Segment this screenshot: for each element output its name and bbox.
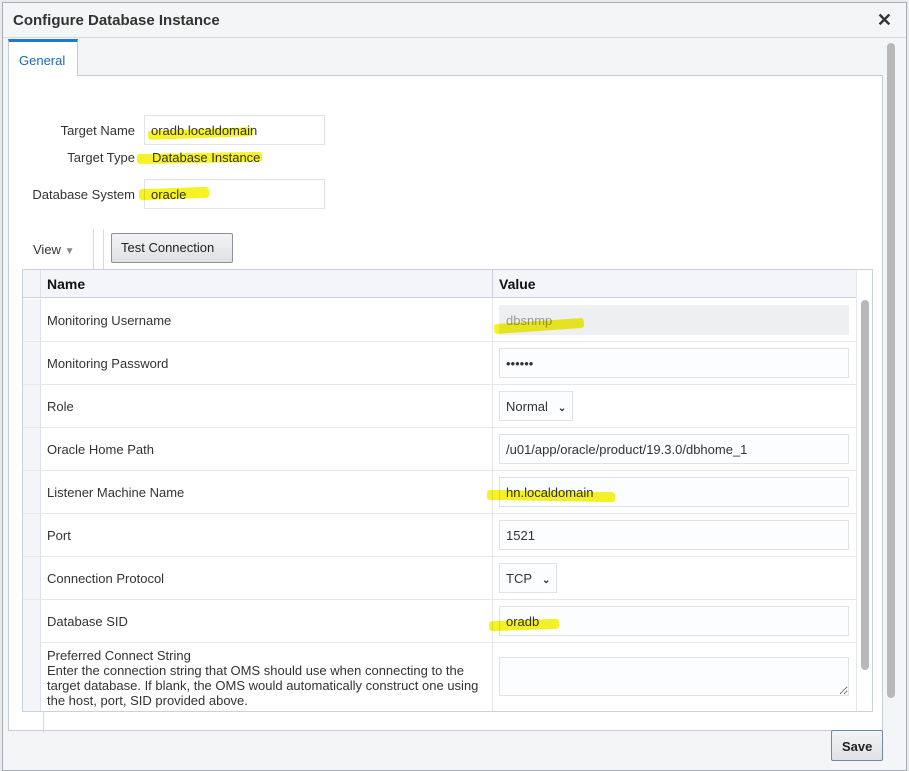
table-row: Monitoring Username dbsnmp: [23, 299, 856, 342]
connection-protocol-select[interactable]: TCP ⌄: [499, 563, 558, 593]
property-name: Monitoring Password: [47, 356, 169, 371]
table-row: Port 1521: [23, 514, 856, 557]
target-name-label: Target Name: [60, 123, 135, 138]
chevron-down-icon: ⌄: [542, 575, 551, 586]
dialog-titlebar: Configure Database Instance ✕: [3, 3, 906, 38]
property-name: Oracle Home Path: [47, 442, 154, 457]
property-name: Role: [47, 399, 74, 414]
property-name: Port: [47, 528, 71, 543]
table-row: Connection Protocol TCP ⌄: [23, 557, 856, 600]
table-row: Database SIDoradb: [23, 600, 856, 643]
row-selector[interactable]: [23, 385, 41, 427]
role-select[interactable]: Normal ⌄: [499, 391, 574, 421]
divider: [43, 711, 44, 733]
connect-string-label: Preferred Connect String: [47, 648, 191, 663]
target-type-label: Target Type: [67, 150, 135, 165]
table-header: Name Value: [23, 270, 856, 298]
tab-general[interactable]: General: [8, 39, 78, 76]
row-selector[interactable]: [23, 514, 41, 556]
connect-string-textarea[interactable]: [499, 657, 849, 696]
test-connection-button[interactable]: Test Connection: [111, 233, 233, 263]
property-name: Connection Protocol: [47, 571, 165, 586]
view-menu[interactable]: View ▼: [33, 242, 74, 257]
row-selector[interactable]: [23, 557, 41, 599]
column-header-value: Value: [499, 276, 536, 292]
toolbar-divider: [93, 229, 94, 269]
row-selector[interactable]: [23, 428, 41, 470]
row-selector-header: [23, 270, 41, 297]
property-name: Monitoring Username: [47, 313, 172, 328]
close-icon[interactable]: ✕: [877, 10, 892, 31]
connect-string-description: Enter the connection string that OMS sho…: [47, 663, 479, 708]
column-header-name: Name: [47, 276, 86, 292]
table-scrollbar-thumb[interactable]: [861, 300, 869, 670]
port-input[interactable]: 1521: [499, 520, 849, 550]
property-name: Listener Machine Name: [47, 485, 185, 500]
properties-table: Name Value Monitoring Username dbsnmp Moni…: [22, 269, 873, 712]
toolbar-divider: [103, 229, 104, 269]
chevron-down-icon: ⌄: [557, 403, 567, 414]
view-label: View: [33, 242, 61, 257]
dialog-title: Configure Database Instance: [13, 12, 220, 29]
row-selector[interactable]: [23, 600, 41, 642]
configure-database-dialog: Configure Database Instance ✕ General Ta…: [2, 2, 907, 771]
row-selector[interactable]: [23, 299, 41, 341]
table-row: Listener Machine Namehn.localdomain: [23, 471, 856, 514]
triangle-down-icon: ▼: [64, 246, 75, 257]
table-scrollbar-track[interactable]: [856, 270, 872, 711]
property-name: Database SID: [47, 614, 128, 629]
table-row: Oracle Home Path/u01/app/oracle/product/…: [23, 428, 856, 471]
save-button[interactable]: Save: [831, 730, 883, 761]
dialog-scrollbar-thumb[interactable]: [887, 43, 895, 698]
table-row: Role Normal ⌄: [23, 385, 856, 428]
table-row-connect-string: Preferred Connect String Enter the conne…: [23, 642, 856, 711]
database-system-label: Database System: [32, 187, 135, 202]
row-selector[interactable]: [23, 471, 41, 513]
table-row: Monitoring Password ••••••: [23, 342, 856, 385]
target-type-value: Database Instance: [152, 150, 261, 165]
oracle-home-path-input[interactable]: /u01/app/oracle/product/19.3.0/dbhome_1: [499, 434, 849, 464]
row-selector[interactable]: [23, 342, 41, 384]
monitoring-password-input[interactable]: ••••••: [499, 348, 849, 378]
